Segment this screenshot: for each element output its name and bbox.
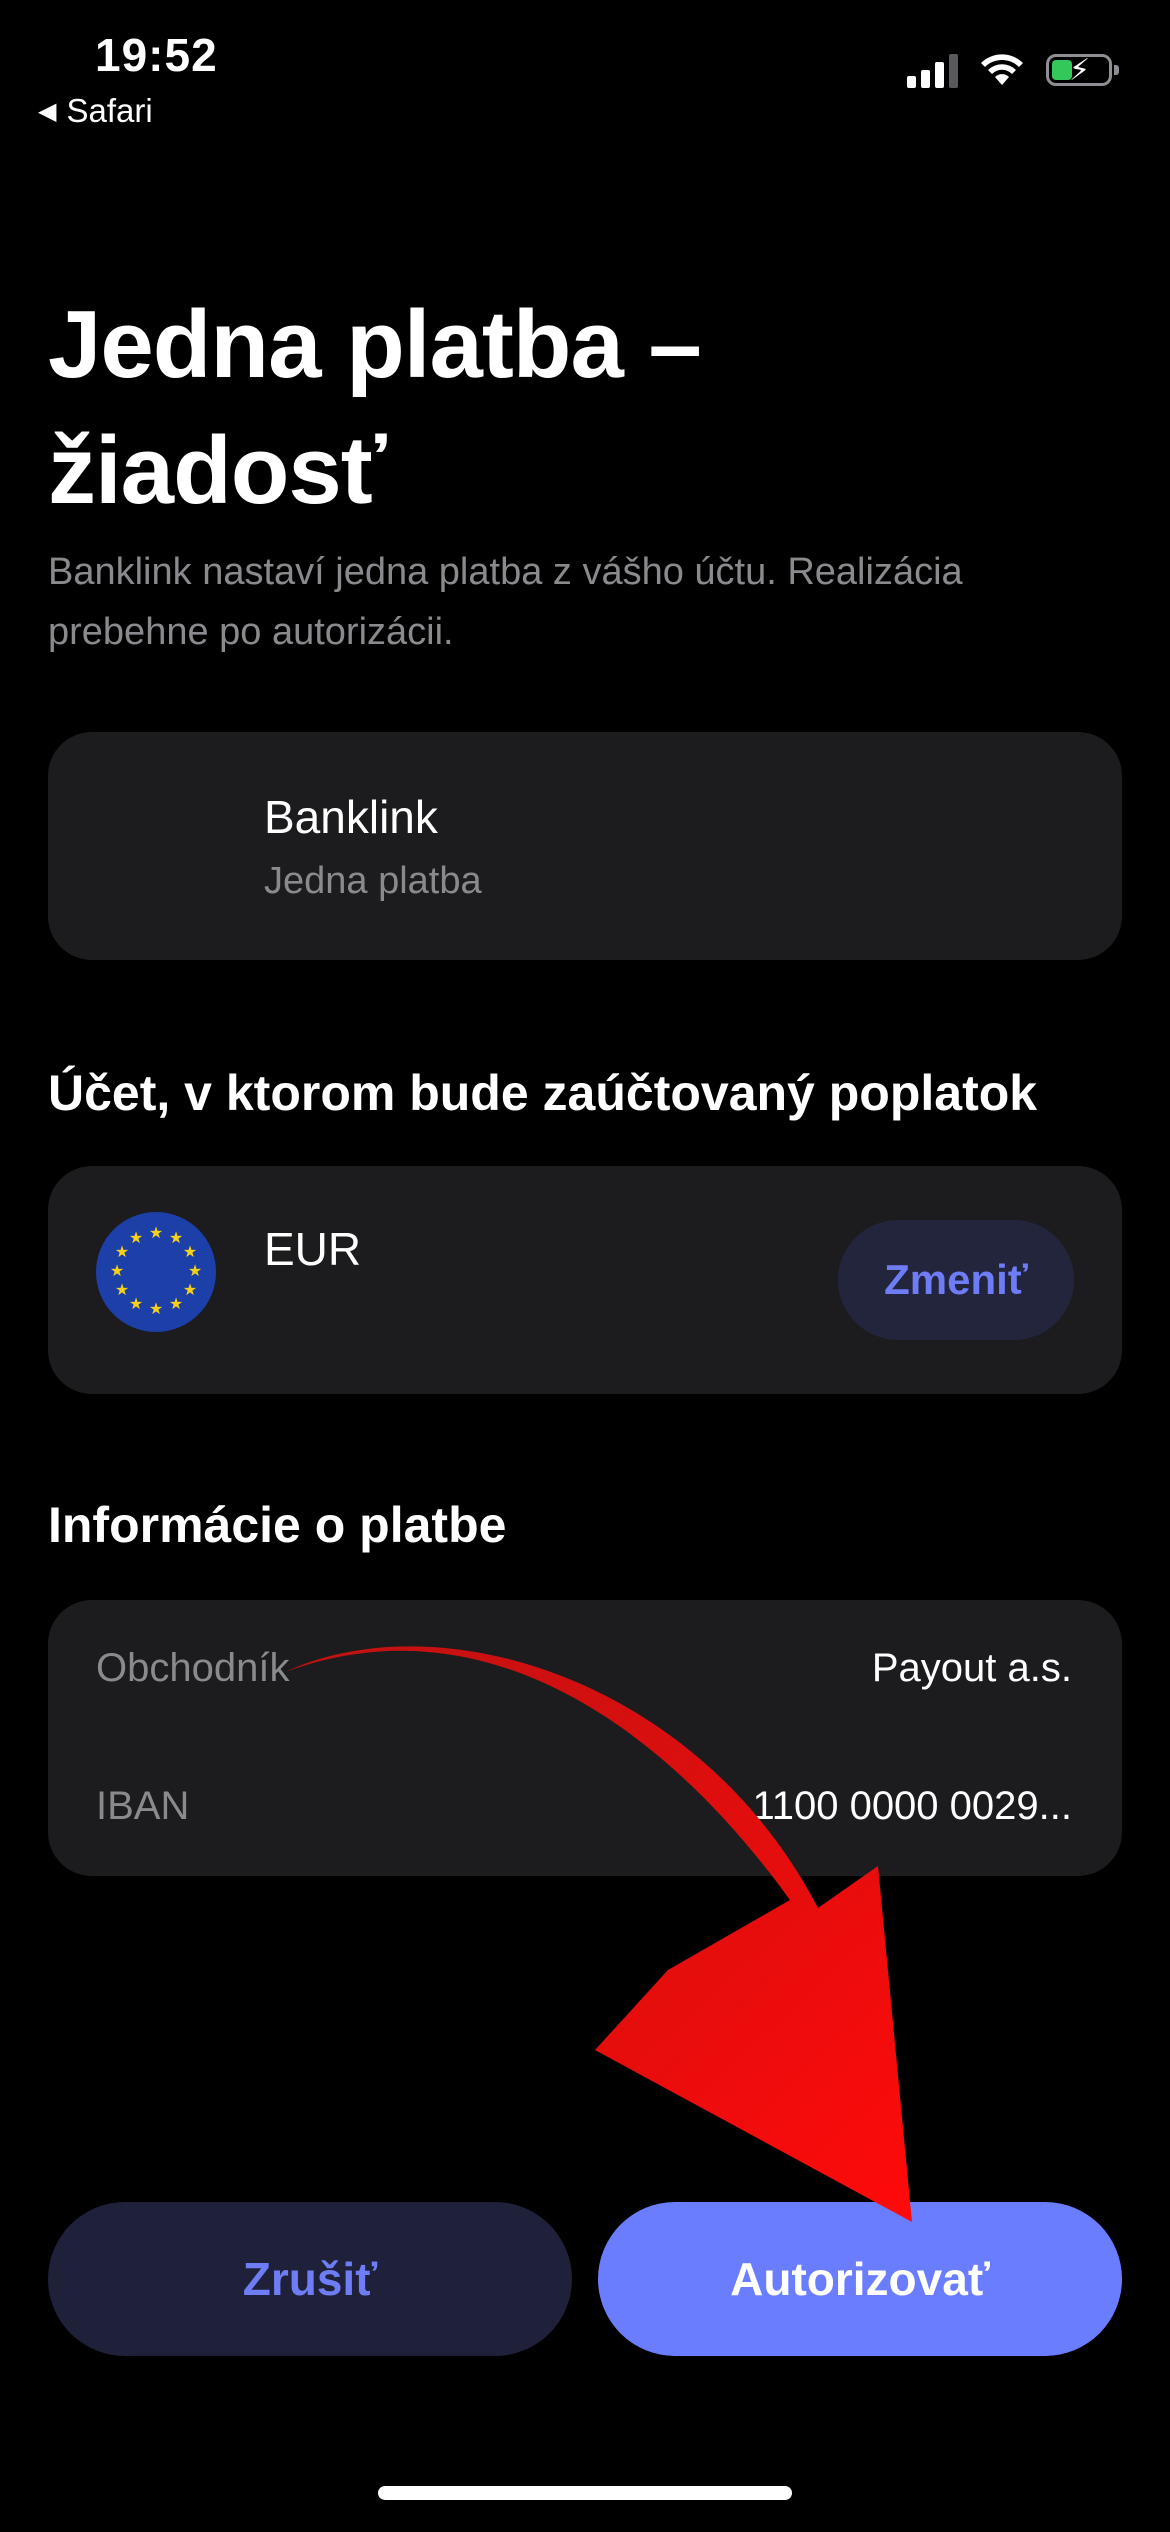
iban-label: IBAN bbox=[96, 1784, 190, 1828]
merchant-card: Banklink Jedna platba bbox=[48, 732, 1122, 960]
status-bar: 19:52 ◀ Safari ⚡ bbox=[0, 0, 1170, 150]
account-currency: EUR bbox=[264, 1223, 362, 1275]
payment-info-card: Obchodník Payout a.s. IBAN 1100 0000 002… bbox=[48, 1600, 1122, 1876]
status-icons: ⚡ bbox=[907, 52, 1119, 88]
payment-info-title: Informácie o platbe bbox=[48, 1497, 507, 1553]
merchant-name: Banklink bbox=[264, 791, 438, 843]
home-indicator bbox=[378, 2486, 792, 2500]
page-title-line1: Jedna platba – bbox=[48, 291, 702, 398]
iban-value: 1100 0000 0029... bbox=[752, 1784, 1072, 1828]
page-subtitle: Banklink nastaví jedna platba z vášho úč… bbox=[48, 542, 1128, 662]
cancel-button[interactable]: Zrušiť bbox=[48, 2202, 572, 2356]
change-account-button[interactable]: Zmeniť bbox=[838, 1220, 1074, 1340]
subtitle-line2: prebehne po autorizácii. bbox=[48, 611, 454, 653]
account-section-title: Účet, v ktorom bude zaúčtovaný poplatok bbox=[48, 1065, 1038, 1121]
authorize-button[interactable]: Autorizovať bbox=[598, 2202, 1122, 2356]
status-time: 19:52 bbox=[95, 29, 218, 81]
payment-type: Jedna platba bbox=[264, 860, 482, 902]
payment-row-merchant: Obchodník Payout a.s. bbox=[96, 1646, 1072, 1691]
subtitle-line1: Banklink nastaví jedna platba z vášho úč… bbox=[48, 551, 963, 593]
page-title-line2: žiadosť bbox=[48, 417, 387, 524]
signal-icon bbox=[907, 52, 958, 88]
page-title: Jedna platba – žiadosť bbox=[48, 282, 1048, 534]
account-card: ★ ★ ★ ★ ★ ★ ★ ★ ★ ★ ★ ★ EUR Zmeniť bbox=[48, 1166, 1122, 1394]
back-to-app-link[interactable]: ◀ Safari bbox=[38, 92, 153, 130]
back-triangle-icon: ◀ bbox=[38, 97, 57, 125]
wifi-icon bbox=[981, 54, 1023, 85]
merchant-value: Payout a.s. bbox=[871, 1646, 1072, 1690]
back-app-label: Safari bbox=[66, 92, 153, 129]
merchant-label: Obchodník bbox=[96, 1646, 290, 1690]
payment-row-iban: IBAN 1100 0000 0029... bbox=[96, 1784, 1072, 1829]
eu-flag-icon: ★ ★ ★ ★ ★ ★ ★ ★ ★ ★ ★ ★ bbox=[96, 1212, 216, 1332]
battery-charging-icon: ⚡ bbox=[1046, 54, 1119, 87]
